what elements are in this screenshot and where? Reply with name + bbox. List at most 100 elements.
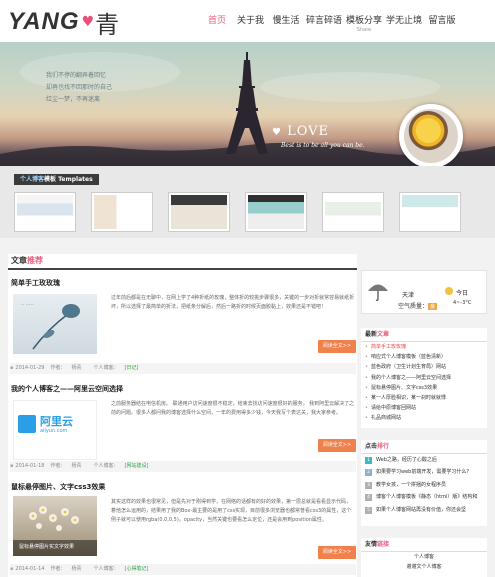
nav-templates-label: 模板分享 <box>345 16 382 26</box>
sidebar: 天津 空气质量：良 今日 4~-3°C 最新文章 简单手工玫玫瑰 响应式个人博客… <box>361 270 487 577</box>
popular-articles: 点击排行 1 Web之路，经历了心酸之后 2 如果要学习web前端开发，需要学习什么… <box>361 440 487 526</box>
nav-learning-label: 学无止境 <box>385 16 422 26</box>
list-item[interactable]: 蓝色政府（卫生计划生育局）网站 <box>361 362 487 372</box>
list-item[interactable]: 某一人厚脸相识，某一刹时就就悸 <box>361 393 487 403</box>
article-date: 2014-01-29 <box>15 365 45 371</box>
friend-link[interactable]: 谢谢文个人博客 <box>361 562 487 572</box>
template-preview <box>171 195 227 229</box>
article-item: 简单手工玫玫瑰 ·· ····· 过年前后都是在无聊中，在网上学了4种折纸的玫瑰… <box>8 276 357 376</box>
nav-learning[interactable]: 学无止境 <box>385 13 423 33</box>
article-thumbnail[interactable]: ·· ····· <box>13 294 97 354</box>
umbrella-icon <box>368 284 388 301</box>
template-thumbnail[interactable] <box>245 192 307 232</box>
article-author-label: 作者： <box>50 365 66 371</box>
article-category-link[interactable]: [日记] <box>125 365 139 371</box>
list-item[interactable]: 响应式个人博客模板（蓝色清新） <box>361 352 487 362</box>
article-excerpt: 其实这样的效果也很常见，但是先对于刚得到学，在网络的话都有的好的效果，第一层总就… <box>111 499 352 523</box>
templates-title: 个人博客模板 Templates <box>14 174 99 185</box>
nav-slow-life[interactable]: 慢生活 <box>267 13 305 33</box>
weather-today: 今日 <box>456 290 469 297</box>
read-more-button[interactable]: 阅读全文>> <box>318 340 356 353</box>
article-category-link[interactable]: [心得笔记] <box>125 566 149 572</box>
list-item[interactable]: 鼠标悬停图片、文字css3效果 <box>361 383 487 393</box>
nav-slow-life-label: 慢生活 <box>272 16 300 26</box>
nav-about-label: 关于我 <box>236 16 264 26</box>
template-preview <box>94 195 150 229</box>
air-quality: 空气质量：良 <box>398 301 438 310</box>
article-title[interactable]: 鼠标悬停图片、文字css3效果 <box>11 482 105 492</box>
list-item[interactable]: 简单手工玫玫瑰 <box>361 342 487 352</box>
template-preview <box>325 195 381 229</box>
avatar[interactable] <box>399 104 463 166</box>
rank-number: 5 <box>365 506 372 514</box>
read-more-button[interactable]: 阅读全文>> <box>318 439 356 452</box>
banner-love: ♥ LOVE <box>272 124 329 139</box>
template-thumbnail[interactable] <box>168 192 230 232</box>
articles-heading-pink: 推荐 <box>27 256 43 265</box>
article-meta: ▪ 2014-01-18 作者： 杨青 个人博客： [网站建设] <box>10 461 356 472</box>
calendar-icon: ▪ <box>10 365 14 371</box>
nav-notes[interactable]: 碎言碎语 <box>305 13 343 33</box>
links-heading-plain: 友情 <box>365 541 378 548</box>
article-meta: ▪ 2014-01-29 作者： 杨青 个人博客： [日记] <box>10 363 356 374</box>
nav-guestbook[interactable]: 留言版 <box>423 13 461 33</box>
site-logo[interactable]: YANG ♥ 青 <box>8 8 119 39</box>
aliyun-logo: 阿里云 aliyun.com <box>18 413 92 437</box>
thumb-caption: 鼠标悬停图片实文字效果 <box>19 544 75 550</box>
article-category-label: 个人博客： <box>93 463 119 469</box>
heart-icon: ♥ <box>81 14 95 30</box>
banner-love-text: LOVE <box>287 124 330 139</box>
read-more-button[interactable]: 阅读全文>> <box>318 546 356 559</box>
air-quality-badge: 良 <box>428 303 438 310</box>
ranking-list: 1 Web之路，经历了心酸之后 2 如果要学习web前端开发，需要学习什么？ 3 教学… <box>361 454 487 516</box>
latest-heading-plain: 最新 <box>365 331 378 338</box>
sunflower-photo <box>404 109 458 163</box>
aliyun-logo-text: 阿里云 <box>40 415 73 428</box>
links-heading-pink: 链接 <box>377 541 390 548</box>
nav-home[interactable]: 首页 <box>200 13 234 33</box>
template-preview <box>17 195 73 229</box>
article-item: 鼠标悬停图片、文字css3效果 鼠标悬停图片实文字效果 其实这样的效果也很常见，… <box>8 478 357 577</box>
article-title[interactable]: 我的个人博客之——阿里云空间选择 <box>11 384 123 394</box>
templates-strip: 个人博客模板 Templates <box>0 166 495 238</box>
aliyun-logo-sub: aliyun.com <box>40 428 68 434</box>
list-item[interactable]: 4 博客个人博客模板《静态（html）版》结构和 <box>361 491 487 503</box>
article-item: 我的个人博客之——阿里云空间选择 阿里云 aliyun.com 之前服务器结在电… <box>8 380 357 476</box>
list-item[interactable]: 我的个人博客之——阿里云空间选择 <box>361 373 487 383</box>
list-item[interactable]: 请给中原博客回网站 <box>361 403 487 413</box>
nav-about[interactable]: 关于我 <box>234 13 267 33</box>
article-thumbnail[interactable]: 鼠标悬停图片实文字效果 <box>13 496 97 556</box>
air-quality-label: 空气质量： <box>398 303 429 310</box>
template-thumbnail[interactable] <box>14 192 76 232</box>
nav-templates[interactable]: 模板分享 Share <box>343 13 385 33</box>
article-thumbnail[interactable]: 阿里云 aliyun.com <box>13 400 97 460</box>
friend-links: 友情链接 个人博客 谢谢文个人博客 <box>361 538 487 577</box>
list-item[interactable]: 1 Web之路，经历了心酸之后 <box>361 454 487 466</box>
template-thumbnail[interactable] <box>399 192 461 232</box>
rank-title: 如果个人博客网站再没有价值，你还会坚 <box>376 506 467 513</box>
nav-notes-label: 碎言碎语 <box>305 16 342 26</box>
template-thumbnail[interactable] <box>322 192 384 232</box>
list-item[interactable]: 礼品商城网站 <box>361 413 487 423</box>
list-item[interactable]: 2 如果要学习web前端开发，需要学习什么？ <box>361 466 487 478</box>
templates-title-prefix: 个人博客 <box>20 176 45 183</box>
template-thumbnail[interactable] <box>91 192 153 232</box>
calendar-icon: ▪ <box>10 566 14 572</box>
friend-link[interactable]: 个人博客 <box>361 552 487 562</box>
list-item[interactable]: 3 教学女孩，一个拼捆的女程序员 <box>361 479 487 491</box>
rank-number: 3 <box>365 481 372 489</box>
article-meta: ▪ 2014-01-14 作者： 杨青 个人博客： [心得笔记] <box>10 564 356 575</box>
list-item[interactable]: 5 如果个人博客网站再没有价值，你还会坚 <box>361 504 487 516</box>
rank-title: 博客个人博客模板《静态（html）版》结构和 <box>376 494 478 501</box>
article-author: 杨青 <box>71 463 82 469</box>
article-category-link[interactable]: [网站建设] <box>125 463 149 469</box>
articles-heading-plain: 文章 <box>11 256 27 265</box>
links-list: 个人博客 谢谢文个人博客 <box>361 552 487 572</box>
article-category-label: 个人博客： <box>93 566 119 572</box>
article-author-label: 作者： <box>50 566 66 572</box>
latest-heading: 最新文章 <box>361 328 487 342</box>
article-title[interactable]: 简单手工玫玫瑰 <box>11 278 60 288</box>
links-heading: 友情链接 <box>361 538 487 552</box>
article-author-label: 作者： <box>50 463 66 469</box>
rank-number: 1 <box>365 457 372 464</box>
